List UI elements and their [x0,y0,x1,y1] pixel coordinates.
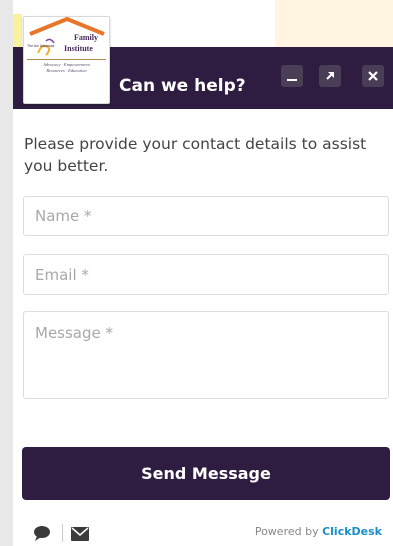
close-button[interactable] [362,65,384,87]
logo-brand-line2: Institute [64,44,93,53]
widget-title: Can we help? [119,76,246,96]
close-icon [368,71,378,81]
footer-divider [62,524,63,542]
expand-button[interactable] [319,65,341,87]
intro-text: Please provide your contact details to a… [24,135,367,175]
expand-arrow-icon [326,72,334,80]
page-background-peach [275,0,393,50]
powered-prefix: Powered by [254,525,323,538]
logo-divider [27,59,106,60]
minimize-button[interactable] [281,65,303,87]
minimize-icon [287,79,297,81]
chat-icon[interactable] [33,525,51,545]
logo-brand-line1: Family [74,33,98,42]
chat-widget: Can we help? Family Institute The Arc Ar… [13,16,393,546]
name-input[interactable] [23,196,389,236]
page-background-accent [13,14,22,50]
family-institute-logo: Family Institute The Arc Arkansas Advoca… [23,16,110,104]
powered-by: Powered by ClickDesk [255,525,382,538]
mail-icon[interactable] [71,526,89,545]
send-message-button[interactable]: Send Message [22,447,390,500]
message-input[interactable] [23,311,389,399]
page-background-left [0,0,13,546]
logo-small-text: The Arc Arkansas [27,44,55,48]
email-input[interactable] [23,254,389,295]
clickdesk-link[interactable]: ClickDesk [322,525,382,538]
logo-tagline-line2: Resources · Education [46,68,87,73]
logo-tagline-line1: Advocacy · Empowerment [43,62,90,67]
house-roof-icon [29,17,105,56]
